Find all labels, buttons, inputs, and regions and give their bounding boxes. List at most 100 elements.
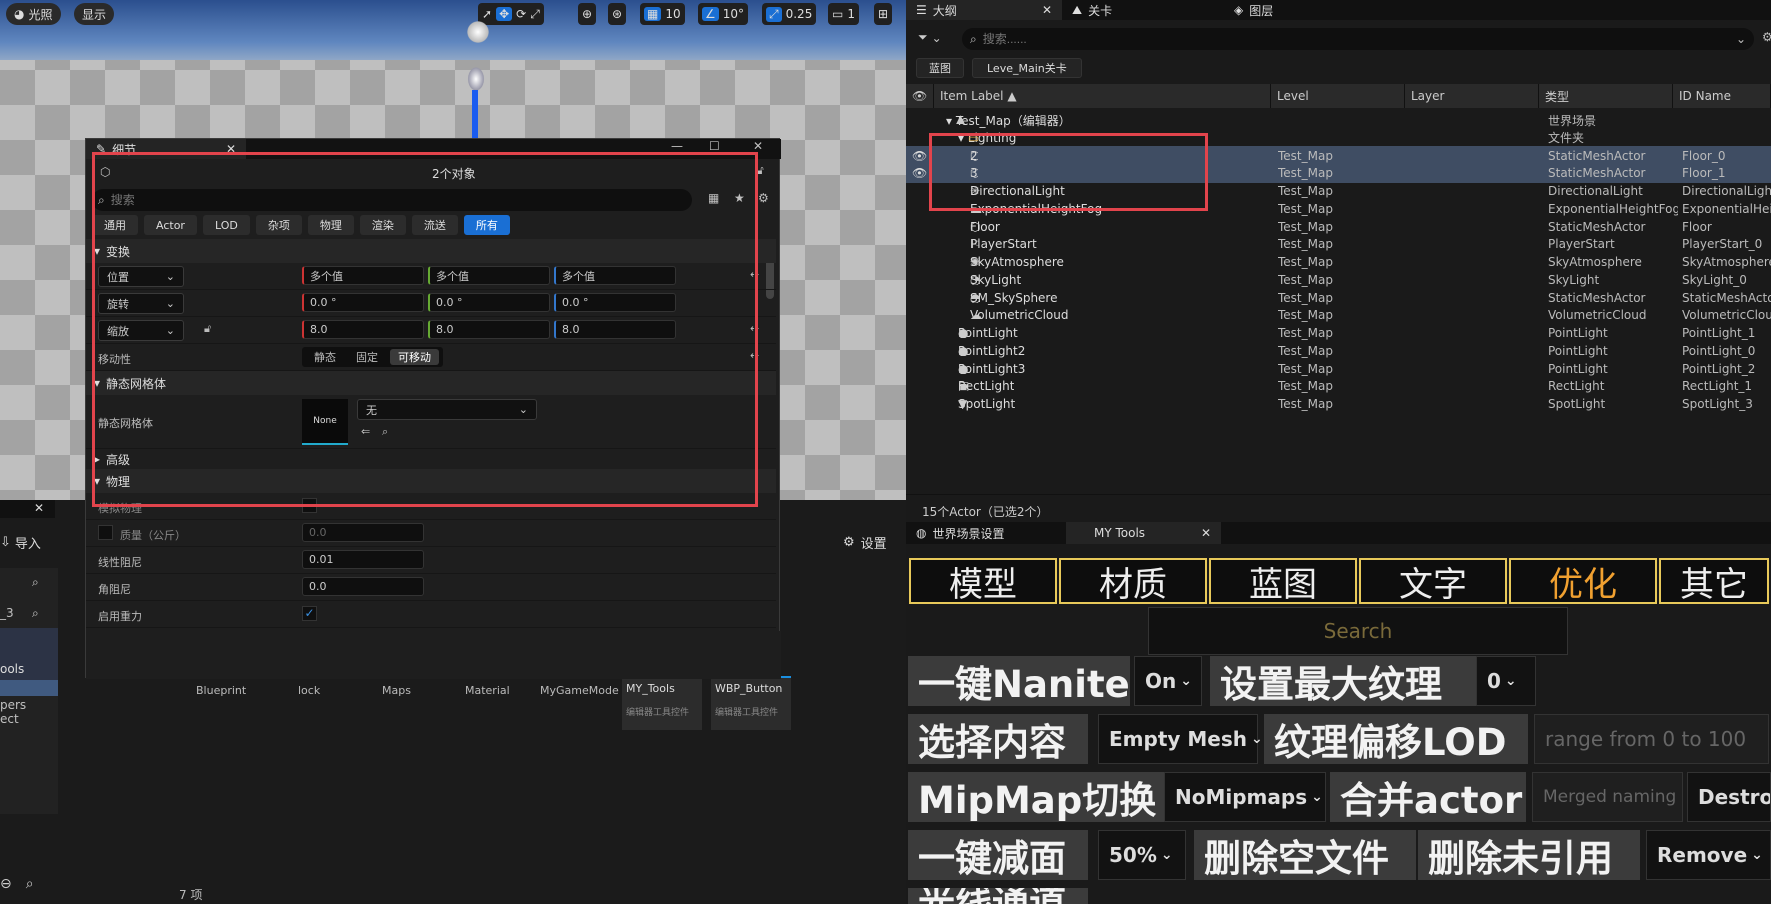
category-model[interactable]: 模型 — [909, 558, 1057, 605]
mobility-stationary[interactable]: 固定 — [348, 349, 386, 365]
expand-arrow-icon[interactable]: ▾ — [946, 114, 956, 128]
surface-snap-icon[interactable]: ⊛ — [608, 3, 627, 25]
angular-damping-field[interactable]: 0.0 — [302, 577, 424, 596]
source-item[interactable]: _3 — [0, 606, 14, 620]
details-titlebar[interactable]: ✎ 细节 ✕ — ☐ ✕ — [86, 139, 781, 159]
star-icon[interactable]: ★ — [734, 191, 745, 205]
rotation-z[interactable]: 0.0 ° — [554, 293, 676, 312]
minimize-icon[interactable]: — — [671, 139, 683, 153]
filter-button[interactable]: ⏷ ⌄ — [918, 30, 942, 45]
category-physics[interactable]: 物理 — [307, 215, 354, 235]
category-actor[interactable]: Actor — [144, 215, 197, 235]
settings-icon[interactable]: ⚙ — [1762, 30, 1771, 44]
category-streaming[interactable]: 流送 — [411, 215, 458, 235]
search-icon[interactable]: ⌕ — [26, 876, 34, 892]
folder-material[interactable]: Material — [465, 684, 510, 697]
rotation-x[interactable]: 0.0 ° — [302, 293, 424, 312]
show-button[interactable]: 显示 — [74, 3, 115, 25]
chip-blueprint[interactable]: 蓝图 — [916, 58, 964, 78]
lighting-mode-button[interactable]: ◕ 光照 — [6, 3, 61, 25]
table-view-icon[interactable]: ▦ — [708, 191, 719, 205]
outliner-search[interactable]: ⌕ ⌄ — [962, 28, 1754, 50]
browse-asset-icon[interactable]: ⌕ — [382, 425, 388, 439]
section-transform[interactable]: ▾ 变换 — [86, 239, 776, 263]
tab-details[interactable]: ✎ 细节 ✕ — [86, 139, 246, 159]
mobility-static[interactable]: 静态 — [306, 349, 344, 365]
import-button[interactable]: ⇩ 导入 — [0, 533, 41, 552]
category-misc[interactable]: 杂项 — [255, 215, 302, 235]
outliner-row[interactable]: ▼ SpotLight Test_Map SpotLight SpotLight_3 — [906, 394, 1771, 414]
source-item[interactable]: pers — [0, 698, 26, 712]
tab-outliner[interactable]: ☰ 大纲 ✕ — [906, 0, 1062, 20]
light-channel-button[interactable]: 光线通道 — [908, 888, 1088, 904]
layout-icon[interactable]: ⊞ — [874, 3, 893, 25]
category-lod[interactable]: LOD — [202, 215, 250, 235]
gear-icon[interactable]: ⚙ — [758, 191, 769, 205]
content-close-icon[interactable]: ✕ — [0, 500, 55, 518]
category-general[interactable]: 通用 — [92, 215, 138, 235]
zoom-out-icon[interactable]: ⊖ — [0, 876, 12, 892]
section-static-mesh[interactable]: ▾ 静态网格体 — [86, 371, 776, 395]
mobility-toggle[interactable]: 静态 固定 可移动 — [302, 347, 443, 367]
scale-icon[interactable]: ⤢ — [530, 7, 540, 22]
reset-arrow-icon[interactable]: ⇠ — [750, 322, 759, 335]
search-icon[interactable]: ⌕ — [32, 575, 39, 590]
column-type[interactable]: 类型 — [1539, 84, 1673, 108]
source-item-selected[interactable] — [0, 680, 58, 696]
source-item[interactable]: ect — [0, 712, 19, 726]
scale-y[interactable]: 8.0 — [428, 320, 550, 339]
camera-speed-control[interactable]: ▭ 1 — [828, 3, 859, 25]
folder-maps[interactable]: Maps — [382, 684, 411, 697]
reduce-dropdown[interactable]: 50% ⌄ — [1098, 830, 1186, 880]
world-local-icon[interactable]: ⊕ — [578, 3, 597, 25]
delete-empty-button[interactable]: 删除空文件 — [1194, 830, 1416, 880]
column-id-name[interactable]: ID Name — [1673, 84, 1771, 108]
folder-mygamemode[interactable]: MyGameMode — [540, 684, 619, 697]
reset-arrow-icon[interactable]: ⇠ — [750, 349, 759, 362]
tab-levels[interactable]: ⛰ 关卡 — [1062, 0, 1224, 20]
select-content-button[interactable]: 选择内容 — [908, 714, 1088, 764]
close-icon[interactable]: ✕ — [1042, 3, 1052, 17]
linear-damping-field[interactable]: 0.01 — [302, 550, 424, 569]
category-rendering[interactable]: 渲染 — [359, 215, 406, 235]
close-icon[interactable]: ✕ — [226, 142, 236, 156]
max-texture-button[interactable]: 设置最大纹理 — [1210, 656, 1480, 706]
move-icon[interactable]: ✥ — [496, 7, 513, 21]
merged-naming-input[interactable]: Merged naming — [1532, 772, 1683, 822]
column-level[interactable]: Level — [1271, 84, 1405, 108]
rotate-snap-control[interactable]: ∠ 10° — [698, 3, 749, 25]
mass-field[interactable]: 0.0 — [302, 523, 424, 542]
close-icon[interactable]: ✕ — [1201, 526, 1211, 540]
scale-dropdown[interactable]: 缩放 ⌄ — [98, 320, 184, 341]
details-search[interactable]: ⌕ — [92, 189, 692, 211]
location-dropdown[interactable]: 位置 ⌄ — [98, 266, 184, 287]
maximize-icon[interactable]: ☐ — [709, 139, 720, 153]
eye-icon[interactable]: 👁︎ — [912, 149, 927, 163]
lock-icon[interactable]: 🔓︎ — [756, 163, 764, 178]
location-x[interactable]: 多个值 — [302, 266, 424, 285]
tab-layers[interactable]: ◈ 图层 — [1224, 0, 1283, 20]
category-blueprint[interactable]: 蓝图 — [1209, 558, 1357, 605]
reset-arrow-icon[interactable]: ⇠ — [750, 268, 759, 281]
tab-world-settings[interactable]: ◍ 世界场景设置 — [906, 522, 1066, 544]
asset-tile-wbp-button[interactable]: WBP_Button 编辑器工具控件 — [711, 676, 791, 730]
use-selected-icon[interactable]: ⇐ — [361, 425, 370, 438]
eye-icon[interactable]: 👁︎ — [912, 166, 927, 180]
unlock-icon[interactable]: 🔓︎ — [204, 322, 211, 336]
rotation-dropdown[interactable]: 旋转 ⌄ — [98, 293, 184, 314]
section-advanced[interactable]: ▸ 高级 — [86, 449, 776, 469]
rotation-y[interactable]: 0.0 ° — [428, 293, 550, 312]
lod-range-input[interactable]: range from 0 to 100 — [1534, 714, 1769, 764]
search-icon[interactable]: ⌕ — [32, 606, 39, 621]
select-icon[interactable]: ➚ — [482, 7, 492, 21]
mesh-thumbnail[interactable]: None — [302, 399, 348, 445]
scale-snap-control[interactable]: ⤢ 0.25 — [762, 3, 817, 25]
directional-light-gizmo[interactable] — [467, 66, 485, 92]
category-material[interactable]: 材质 — [1059, 558, 1207, 605]
window-close-icon[interactable]: ✕ — [753, 139, 763, 153]
visibility-column[interactable]: 👁︎ — [906, 84, 934, 108]
sky-light-gizmo[interactable] — [466, 20, 490, 44]
mobility-movable[interactable]: 可移动 — [390, 349, 439, 365]
scale-x[interactable]: 8.0 — [302, 320, 424, 339]
folder-lock[interactable]: lock — [298, 684, 320, 697]
